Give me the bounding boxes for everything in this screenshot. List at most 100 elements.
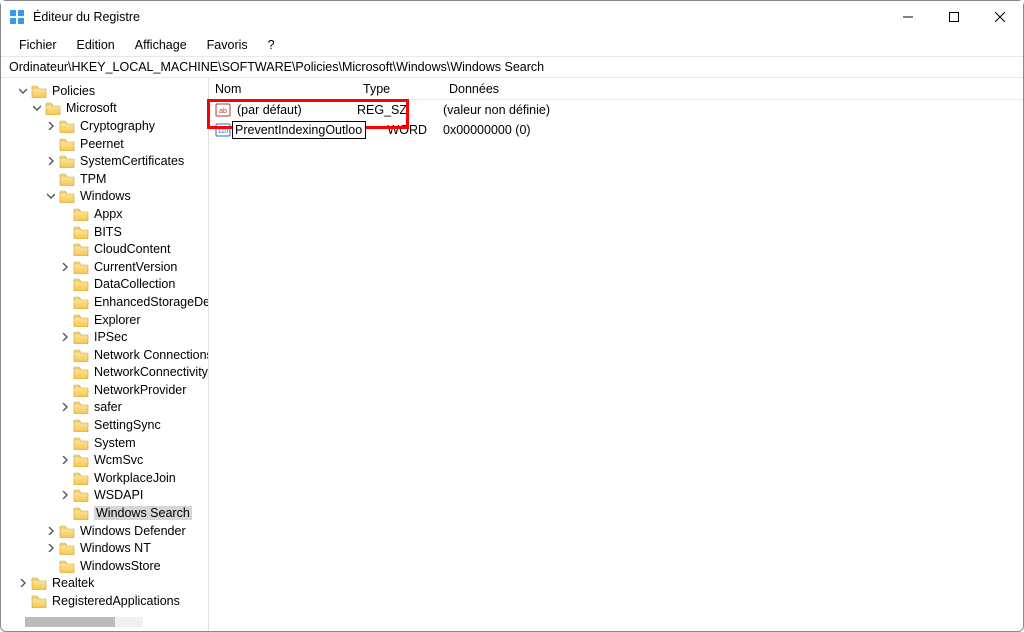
column-header-data[interactable]: Données	[443, 82, 1023, 96]
folder-icon	[73, 277, 89, 291]
chevron-right-icon[interactable]	[59, 489, 71, 501]
menubar: Fichier Edition Affichage Favoris ?	[1, 33, 1023, 56]
chevron-right-icon[interactable]	[17, 577, 29, 589]
folder-icon	[59, 524, 75, 538]
rename-input[interactable]	[232, 121, 366, 139]
folder-icon	[73, 313, 89, 327]
menu-file[interactable]: Fichier	[9, 36, 67, 54]
folder-icon	[73, 400, 89, 414]
folder-icon	[73, 225, 89, 239]
minimize-button[interactable]	[885, 1, 931, 33]
folder-icon	[59, 189, 75, 203]
list-header[interactable]: Nom Type Données	[209, 78, 1023, 100]
tree-node-systemcertificates[interactable]: SystemCertificates	[5, 152, 209, 170]
folder-icon	[73, 365, 89, 379]
column-header-type[interactable]: Type	[357, 82, 443, 96]
folder-icon	[59, 137, 75, 151]
folder-icon	[73, 242, 89, 256]
titlebar: Éditeur du Registre	[1, 1, 1023, 33]
chevron-right-icon[interactable]	[59, 331, 71, 343]
tree-node-windowsnt[interactable]: Windows NT	[5, 539, 209, 557]
folder-icon	[73, 260, 89, 274]
tree-node-realtek[interactable]: Realtek	[5, 575, 209, 593]
menu-view[interactable]: Affichage	[125, 36, 197, 54]
chevron-right-icon[interactable]	[45, 120, 57, 132]
tree-node-windowsstore[interactable]: WindowsStore	[5, 557, 209, 575]
tree-node-networkprovider[interactable]: NetworkProvider	[5, 381, 209, 399]
content: Policies Microsoft Cryptography Peernet	[1, 78, 1023, 631]
menu-favorites[interactable]: Favoris	[197, 36, 258, 54]
folder-icon	[73, 471, 89, 485]
chevron-right-icon[interactable]	[45, 525, 57, 537]
column-header-name[interactable]: Nom	[209, 82, 357, 96]
tree-node-enhancedstorage[interactable]: EnhancedStorageDevices	[5, 293, 209, 311]
tree-node-cloudcontent[interactable]: CloudContent	[5, 240, 209, 258]
tree-node-system[interactable]: System	[5, 434, 209, 452]
tree-node-windowsdefender[interactable]: Windows Defender	[5, 522, 209, 540]
folder-icon	[59, 559, 75, 573]
regdword-icon	[215, 123, 231, 137]
tree-node-cryptography[interactable]: Cryptography	[5, 117, 209, 135]
chevron-down-icon[interactable]	[31, 102, 43, 114]
tree-node-networkconnectivity[interactable]: NetworkConnectivityStatus	[5, 364, 209, 382]
tree-node-workplacejoin[interactable]: WorkplaceJoin	[5, 469, 209, 487]
chevron-down-icon[interactable]	[45, 190, 57, 202]
close-button[interactable]	[977, 1, 1023, 33]
folder-icon	[59, 119, 75, 133]
folder-icon	[31, 84, 47, 98]
tree-node-safer[interactable]: safer	[5, 399, 209, 417]
tree-node-windows[interactable]: Windows	[5, 188, 209, 206]
value-data: 0x00000000 (0)	[437, 123, 1023, 137]
chevron-right-icon[interactable]	[59, 261, 71, 273]
folder-icon	[59, 172, 75, 186]
folder-icon	[31, 576, 47, 590]
folder-icon	[73, 348, 89, 362]
chevron-right-icon[interactable]	[59, 454, 71, 466]
tree-node-explorer[interactable]: Explorer	[5, 311, 209, 329]
tree-node-windowssearch[interactable]: Windows Search	[5, 504, 209, 522]
tree-node-policies[interactable]: Policies	[5, 82, 209, 100]
scrollbar-thumb[interactable]	[25, 617, 115, 627]
values-list: Nom Type Données (par défaut) REG_SZ (va…	[209, 78, 1023, 631]
value-type: REG_SZ	[351, 103, 437, 117]
folder-icon	[73, 418, 89, 432]
tree-node-microsoft[interactable]: Microsoft	[5, 100, 209, 118]
chevron-right-icon[interactable]	[45, 155, 57, 167]
folder-icon	[73, 436, 89, 450]
tree-node-peernet[interactable]: Peernet	[5, 135, 209, 153]
list-row-default[interactable]: (par défaut) REG_SZ (valeur non définie)	[209, 100, 1023, 120]
tree-node-settingsync[interactable]: SettingSync	[5, 416, 209, 434]
maximize-button[interactable]	[931, 1, 977, 33]
folder-icon	[73, 506, 89, 520]
tree-node-tpm[interactable]: TPM	[5, 170, 209, 188]
tree-pane: Policies Microsoft Cryptography Peernet	[1, 78, 209, 631]
tree-node-bits[interactable]: BITS	[5, 223, 209, 241]
folder-icon	[59, 541, 75, 555]
addressbar[interactable]: Ordinateur\HKEY_LOCAL_MACHINE\SOFTWARE\P…	[1, 56, 1023, 78]
regedit-icon	[9, 9, 25, 25]
tree-node-wcmsvc[interactable]: WcmSvc	[5, 451, 209, 469]
folder-icon	[73, 330, 89, 344]
folder-icon	[59, 154, 75, 168]
tree-node-ipsec[interactable]: IPSec	[5, 328, 209, 346]
tree-node-wsdapi[interactable]: WSDAPI	[5, 487, 209, 505]
tree-node-networkconnections[interactable]: Network Connections	[5, 346, 209, 364]
folder-icon	[31, 594, 47, 608]
folder-icon	[73, 207, 89, 221]
registry-tree[interactable]: Policies Microsoft Cryptography Peernet	[1, 78, 209, 614]
chevron-right-icon[interactable]	[45, 542, 57, 554]
folder-icon	[73, 383, 89, 397]
regsz-icon	[215, 103, 231, 117]
value-name: (par défaut)	[231, 103, 302, 117]
address-path: Ordinateur\HKEY_LOCAL_MACHINE\SOFTWARE\P…	[9, 60, 544, 74]
chevron-down-icon[interactable]	[17, 85, 29, 97]
tree-node-appx[interactable]: Appx	[5, 205, 209, 223]
tree-node-currentversion[interactable]: CurrentVersion	[5, 258, 209, 276]
tree-node-datacollection[interactable]: DataCollection	[5, 276, 209, 294]
menu-edit[interactable]: Edition	[67, 36, 125, 54]
menu-help[interactable]: ?	[258, 36, 285, 54]
tree-horizontal-scrollbar[interactable]	[25, 617, 143, 627]
tree-node-registeredapps[interactable]: RegisteredApplications	[5, 592, 209, 610]
chevron-right-icon[interactable]	[59, 401, 71, 413]
folder-icon	[73, 295, 89, 309]
